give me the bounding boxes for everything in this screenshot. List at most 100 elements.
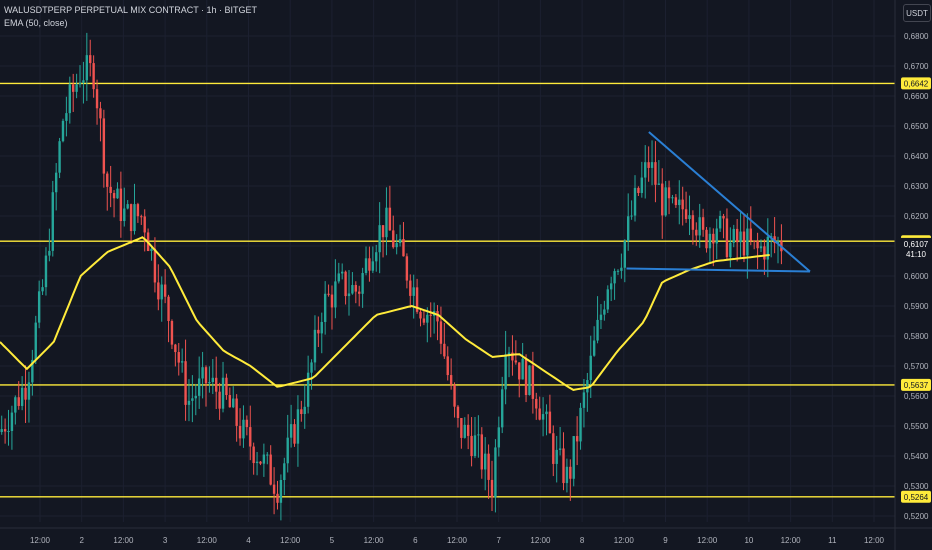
candle-body xyxy=(351,285,354,294)
candle-body xyxy=(477,434,480,436)
candle-body xyxy=(283,463,286,481)
candle-body xyxy=(242,419,245,439)
candle-body xyxy=(160,284,163,300)
candle-body xyxy=(521,358,524,380)
candle-body xyxy=(535,398,538,409)
candle-body xyxy=(313,329,317,363)
candle-body xyxy=(664,187,667,216)
x-tick-label: 3 xyxy=(163,536,168,545)
candle-body xyxy=(177,352,180,363)
candle-body xyxy=(541,414,545,420)
candle-body xyxy=(255,461,259,464)
candle-body xyxy=(323,293,327,322)
candle-body xyxy=(599,314,603,320)
candle-body xyxy=(119,188,123,222)
x-tick-label: 9 xyxy=(663,536,668,545)
candle-body xyxy=(75,84,78,92)
candle-body xyxy=(613,271,616,284)
candle-body xyxy=(623,241,626,268)
candle-body xyxy=(10,412,14,432)
candle-body xyxy=(204,367,208,384)
candle-body xyxy=(681,199,684,210)
candle-body xyxy=(735,228,739,243)
candle-body xyxy=(34,322,37,360)
candle-body xyxy=(412,287,415,296)
candle-body xyxy=(589,355,592,381)
candle-body xyxy=(514,360,518,363)
candle-body xyxy=(691,215,695,230)
candle-body xyxy=(252,446,255,464)
y-tick-label: 0,5600 xyxy=(904,392,929,401)
x-tick-label: 11 xyxy=(828,536,837,545)
candle-body xyxy=(296,409,300,444)
candle-body xyxy=(419,311,422,319)
candle-body xyxy=(385,207,388,238)
candle-body xyxy=(555,449,558,464)
candle-body xyxy=(92,63,95,90)
countdown-label: 41:10 xyxy=(906,250,927,259)
candle-body xyxy=(688,215,691,219)
candle-body xyxy=(392,230,395,248)
candle-body xyxy=(136,204,140,217)
candle-body xyxy=(429,314,432,316)
candle-body xyxy=(405,256,409,281)
candle-body xyxy=(674,197,678,206)
candle-body xyxy=(705,229,708,249)
candle-body xyxy=(449,375,453,385)
candle-body xyxy=(218,391,221,409)
candle-body xyxy=(347,293,351,297)
candle-body xyxy=(729,242,732,258)
candle-body xyxy=(443,343,446,357)
x-tick-label: 7 xyxy=(496,536,501,545)
x-tick-label: 12:00 xyxy=(614,536,635,545)
candle-body xyxy=(504,354,507,390)
x-tick-label: 12:00 xyxy=(113,536,134,545)
candle-body xyxy=(58,141,61,173)
x-tick-label: 12:00 xyxy=(864,536,885,545)
y-tick-label: 0,5700 xyxy=(904,362,929,371)
candle-body xyxy=(409,280,412,296)
chart-background xyxy=(0,0,932,550)
currency-button[interactable]: USDT xyxy=(903,4,931,22)
x-tick-label: 5 xyxy=(330,536,335,545)
candle-body xyxy=(211,377,215,382)
y-tick-label: 0,5300 xyxy=(904,482,929,491)
candle-body xyxy=(133,204,136,232)
candle-body xyxy=(579,407,582,442)
candle-body xyxy=(157,282,160,300)
candle-body xyxy=(620,267,623,271)
candle-body xyxy=(565,466,569,484)
candle-body xyxy=(48,250,51,256)
candle-body xyxy=(395,243,398,248)
candle-body xyxy=(667,187,671,199)
candle-body xyxy=(609,283,613,290)
price-chart[interactable]: 0,5200 0,5300 0,5400 0,5500 0,5600 0,5700 0,58… xyxy=(0,0,932,550)
candle-body xyxy=(654,162,657,185)
candle-body xyxy=(61,120,65,142)
candle-body xyxy=(24,387,27,400)
y-tick-label: 0,5800 xyxy=(904,332,929,341)
candle-body xyxy=(650,162,654,168)
candle-body xyxy=(497,427,501,448)
candle-body xyxy=(170,321,174,345)
candle-body xyxy=(194,395,197,399)
x-tick-label: 8 xyxy=(580,536,585,545)
candle-body xyxy=(279,480,283,503)
candle-body xyxy=(446,356,449,376)
x-tick-label: 12:00 xyxy=(530,536,551,545)
candle-body xyxy=(89,55,92,64)
candle-body xyxy=(473,435,477,457)
candle-body xyxy=(732,228,735,243)
y-tick-label: 0,5900 xyxy=(904,302,929,311)
candle-body xyxy=(72,84,75,92)
candle-body xyxy=(358,291,361,294)
candle-body xyxy=(174,344,177,353)
candle-body xyxy=(388,207,392,231)
candle-body xyxy=(606,289,609,310)
candle-body xyxy=(494,447,497,498)
x-tick-label: 12:00 xyxy=(781,536,802,545)
candle-body xyxy=(490,479,494,498)
candle-body xyxy=(661,183,664,216)
candle-body xyxy=(330,294,334,308)
candle-body xyxy=(616,270,620,272)
